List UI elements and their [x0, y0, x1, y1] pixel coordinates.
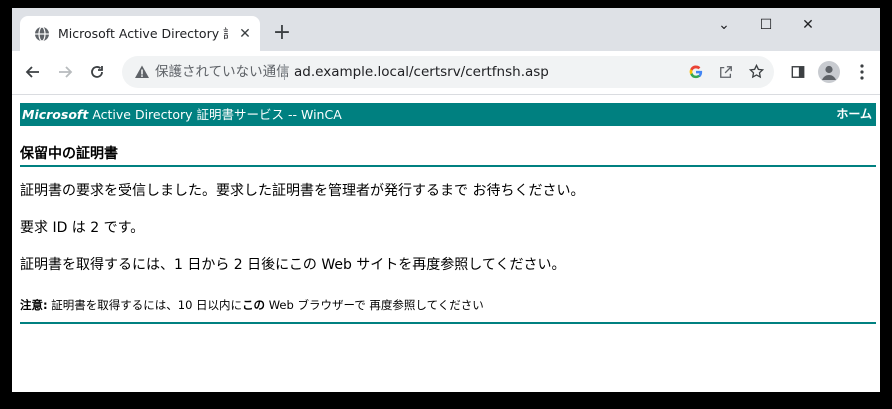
brand-name: Microsoft: [22, 107, 89, 122]
url-text[interactable]: ad.example.local/certsrv/certfnsh.asp: [294, 56, 549, 88]
header-banner: Microsoft Active Directory 証明書サービス -- Wi…: [20, 103, 876, 126]
page-title: 保留中の証明書: [20, 143, 876, 167]
address-bar[interactable]: 保護されていない通信 ad.example.local/certsrv/cert…: [122, 56, 774, 88]
tab-strip: Microsoft Active Directory 証明書 ✕ + ⌄ ☐ ✕: [12, 8, 880, 51]
note-text: 注意: 証明書を取得するには、10 日以内にこの Web ブラウザーで 再度参照…: [20, 295, 484, 315]
page-content: Microsoft Active Directory 証明書サービス -- Wi…: [12, 95, 880, 392]
note-emphasis: この: [242, 298, 266, 312]
note-label: 注意:: [20, 298, 48, 312]
kebab-menu-icon[interactable]: [850, 60, 874, 84]
globe-icon: [35, 26, 49, 42]
reload-icon: [91, 66, 103, 78]
address-divider: [284, 64, 285, 80]
back-arrow-icon: [25, 66, 39, 78]
close-window-button[interactable]: ✕: [788, 12, 828, 38]
request-received-text: 証明書の要求を受信しました。要求した証明書を管理者が発行するまで お待ちください…: [20, 183, 585, 199]
star-icon[interactable]: [746, 62, 766, 82]
browser-tab[interactable]: Microsoft Active Directory 証明書 ✕: [20, 16, 260, 51]
security-status-label[interactable]: 保護されていない通信: [155, 56, 290, 88]
new-tab-button[interactable]: +: [270, 22, 294, 46]
browser-toolbar: 保護されていない通信 ad.example.local/certsrv/cert…: [12, 51, 880, 95]
note-text-after: Web ブラウザーで 再度参照してください: [265, 298, 484, 312]
request-id-text: 要求 ID は 2 です。: [20, 220, 145, 236]
profile-icon[interactable]: [818, 61, 840, 83]
banner-title: Microsoft Active Directory 証明書サービス -- Wi…: [22, 103, 342, 126]
google-icon[interactable]: [686, 62, 706, 82]
forward-button[interactable]: [52, 59, 78, 85]
footer-divider: [20, 322, 876, 324]
share-icon[interactable]: [716, 62, 736, 82]
forward-arrow-icon: [59, 66, 73, 78]
back-button[interactable]: [20, 59, 46, 85]
warning-triangle-icon[interactable]: [134, 64, 150, 80]
tab-close-icon[interactable]: ✕: [236, 25, 254, 43]
reload-button[interactable]: [84, 59, 110, 85]
minimize-button[interactable]: ⌄: [704, 12, 744, 38]
browser-window: Microsoft Active Directory 証明書 ✕ + ⌄ ☐ ✕: [12, 8, 880, 392]
retrieve-instructions-text: 証明書を取得するには、1 日から 2 日後にこの Web サイトを再度参照してく…: [20, 257, 566, 273]
home-link[interactable]: ホーム: [836, 103, 872, 126]
tab-title: Microsoft Active Directory 証明書: [58, 26, 228, 41]
note-text-before: 証明書を取得するには、10 日以内に: [47, 298, 243, 312]
restore-button[interactable]: ☐: [746, 12, 786, 38]
side-panel-icon[interactable]: [786, 60, 810, 84]
service-title: Active Directory 証明書サービス -- WinCA: [92, 107, 342, 122]
